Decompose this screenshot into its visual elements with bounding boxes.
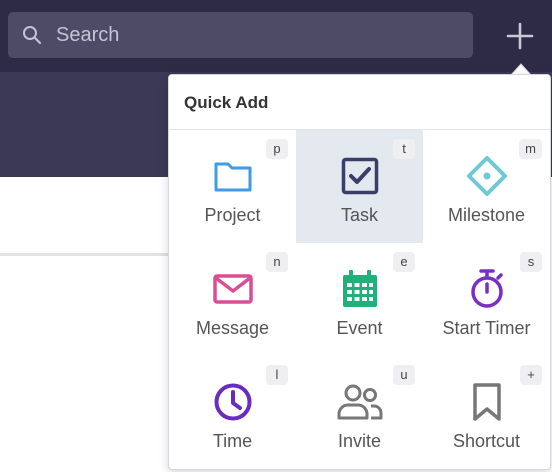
search-icon (23, 26, 42, 45)
quick-add-milestone[interactable]: m Milestone (423, 130, 550, 243)
content-divider (0, 253, 170, 256)
tile-label: Invite (337, 431, 382, 451)
shortcut-key: e (393, 252, 415, 272)
quick-add-start-timer[interactable]: s Start Timer (423, 243, 550, 356)
quick-add-grid: p Project t Task m Milestone n Message e… (169, 130, 550, 469)
top-bar: Search (0, 0, 552, 72)
tile-label: Project (204, 205, 261, 225)
calendar-icon (343, 270, 377, 307)
shortcut-key: m (519, 139, 542, 159)
folder-icon (214, 162, 252, 192)
quick-add-message[interactable]: n Message (169, 243, 296, 356)
quick-add-event[interactable]: e Event (296, 243, 423, 356)
shortcut-key: s (520, 252, 542, 272)
envelope-icon (213, 274, 253, 304)
shortcut-key: u (393, 365, 415, 385)
milestone-diamond-icon (467, 156, 507, 196)
search-placeholder: Search (56, 24, 120, 46)
shortcut-key: l (266, 365, 288, 385)
shortcut-key: t (393, 139, 415, 159)
quick-add-popover: Quick Add p Project t Task m Milestone n… (168, 74, 551, 470)
tile-label: Task (340, 205, 378, 225)
shortcut-key: + (520, 365, 542, 385)
tile-label: Time (212, 431, 253, 451)
quick-add-shortcut[interactable]: + Shortcut (423, 356, 550, 469)
search-input[interactable]: Search (8, 12, 473, 58)
quick-add-invite[interactable]: u Invite (296, 356, 423, 469)
tile-label: Message (195, 318, 270, 338)
popover-title: Quick Add (169, 75, 550, 130)
quick-add-time[interactable]: l Time (169, 356, 296, 469)
tile-label: Event (336, 318, 383, 338)
tile-label: Milestone (447, 205, 526, 225)
clock-icon (214, 383, 252, 421)
plus-icon[interactable] (503, 19, 537, 53)
tile-label: Start Timer (442, 318, 531, 338)
quick-add-task[interactable]: t Task (296, 130, 423, 243)
shortcut-key: n (266, 252, 288, 272)
bookmark-icon (473, 383, 501, 421)
checkbox-icon (341, 157, 379, 195)
quick-add-project[interactable]: p Project (169, 130, 296, 243)
people-icon (337, 384, 383, 420)
tile-label: Shortcut (452, 431, 521, 451)
stopwatch-icon (471, 269, 503, 308)
shortcut-key: p (266, 139, 288, 159)
